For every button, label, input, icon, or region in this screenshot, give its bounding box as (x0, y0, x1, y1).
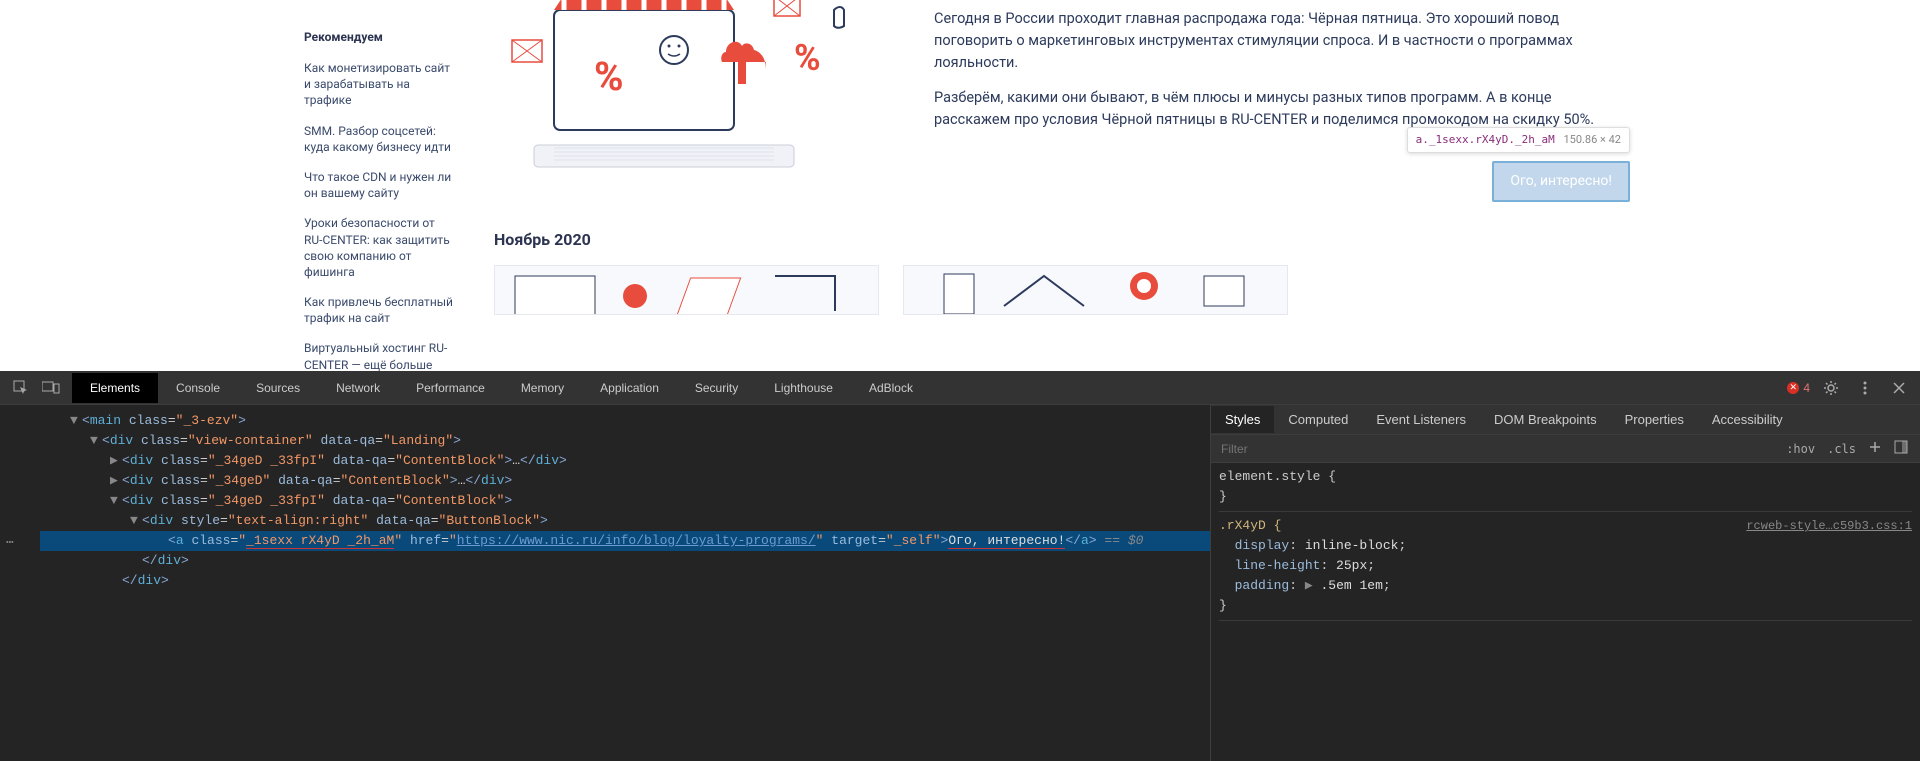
inspect-tooltip: a._1sexx.rX4yD._2h_aM 150.86 × 42 (1407, 127, 1630, 154)
close-icon[interactable] (1886, 375, 1912, 401)
devtools-tab-memory[interactable]: Memory (503, 373, 582, 403)
devtools-tab-adblock[interactable]: AdBlock (851, 373, 931, 403)
sidebar-item[interactable]: Что такое CDN и нужен ли он вашему сайту (304, 169, 454, 201)
sidebar: Рекомендуем Как монетизировать сайт и за… (290, 0, 468, 371)
card-illustration[interactable] (494, 265, 879, 315)
cls-toggle[interactable]: .cls (1821, 440, 1862, 458)
devtools-tabbar: Elements Console Sources Network Perform… (0, 371, 1920, 405)
sidebar-title: Рекомендуем (304, 30, 454, 44)
styles-panel: Styles Computed Event Listeners DOM Brea… (1210, 405, 1920, 761)
devtools-tab-sources[interactable]: Sources (238, 373, 318, 403)
selected-element-node[interactable]: <a class="_1sexx rX4yD _2h_aM" href="htt… (40, 531, 1210, 551)
styles-filter-input[interactable] (1217, 438, 1780, 460)
source-link[interactable]: rcweb-style…c59b3.css:1 (1746, 516, 1912, 536)
devtools: Elements Console Sources Network Perform… (0, 371, 1920, 761)
article-paragraph: Разберём, какими они бывают, в чём плюсы… (934, 87, 1630, 131)
devtools-tab-application[interactable]: Application (582, 373, 677, 403)
devtools-tab-elements[interactable]: Elements (72, 373, 158, 403)
cta-button[interactable]: Ого, интересно! a._1sexx.rX4yD._2h_aM 15… (1492, 161, 1630, 202)
hero-illustration: % % (494, 0, 894, 190)
styles-subtab-properties[interactable]: Properties (1611, 406, 1698, 433)
devtools-tab-network[interactable]: Network (318, 373, 398, 403)
sidebar-item[interactable]: Виртуальный хостинг RU-CENTER — ещё боль… (304, 340, 454, 371)
error-icon: ✕ (1787, 382, 1799, 394)
sidebar-item[interactable]: Уроки безопасности от RU-CENTER: как защ… (304, 215, 454, 280)
settings-icon[interactable] (1818, 375, 1844, 401)
inspect-element-icon[interactable] (8, 375, 34, 401)
card-illustration[interactable] (903, 265, 1288, 315)
elements-tree[interactable]: ⋯ ▼<main class="_3-ezv"> ▼<div class="vi… (0, 405, 1210, 761)
inspect-dimensions: 150.86 × 42 (1563, 133, 1621, 146)
styles-subtab-listeners[interactable]: Event Listeners (1362, 406, 1480, 433)
panel-toggle-icon[interactable] (1888, 438, 1914, 459)
new-rule-icon[interactable] (1862, 438, 1888, 459)
styles-subtab-computed[interactable]: Computed (1274, 406, 1362, 433)
error-count: 4 (1803, 381, 1810, 395)
inspect-selector: a._1sexx.rX4yD._2h_aM (1416, 133, 1555, 146)
devtools-tab-security[interactable]: Security (677, 373, 756, 403)
month-heading: Ноябрь 2020 (494, 230, 1920, 249)
svg-text:%: % (794, 37, 821, 79)
article-body: Сегодня в России проходит главная распро… (934, 0, 1630, 202)
styles-subtab-dom-breakpoints[interactable]: DOM Breakpoints (1480, 406, 1611, 433)
devtools-tab-console[interactable]: Console (158, 373, 238, 403)
breakpoint-gutter[interactable]: ⋯ (6, 533, 14, 553)
more-icon[interactable] (1852, 375, 1878, 401)
devtools-tab-lighthouse[interactable]: Lighthouse (756, 373, 851, 403)
svg-text:%: % (594, 53, 624, 100)
error-badge[interactable]: ✕ 4 (1787, 381, 1810, 395)
sidebar-item[interactable]: Как привлечь бесплатный трафик на сайт (304, 294, 454, 326)
styles-subtab-styles[interactable]: Styles (1211, 406, 1274, 433)
sidebar-item[interactable]: Как монетизировать сайт и зарабатывать н… (304, 60, 454, 109)
article-paragraph: Сегодня в России проходит главная распро… (934, 8, 1630, 73)
hov-toggle[interactable]: :hov (1780, 440, 1821, 458)
device-toolbar-icon[interactable] (38, 375, 64, 401)
styles-subtab-accessibility[interactable]: Accessibility (1698, 406, 1797, 433)
styles-rules[interactable]: element.style { } rcweb-style…c59b3.css:… (1211, 463, 1920, 761)
sidebar-item[interactable]: SMM. Разбор соцсетей: куда какому бизнес… (304, 123, 454, 155)
page-viewport: Рекомендуем Как монетизировать сайт и за… (0, 0, 1920, 371)
devtools-tab-performance[interactable]: Performance (398, 373, 503, 403)
